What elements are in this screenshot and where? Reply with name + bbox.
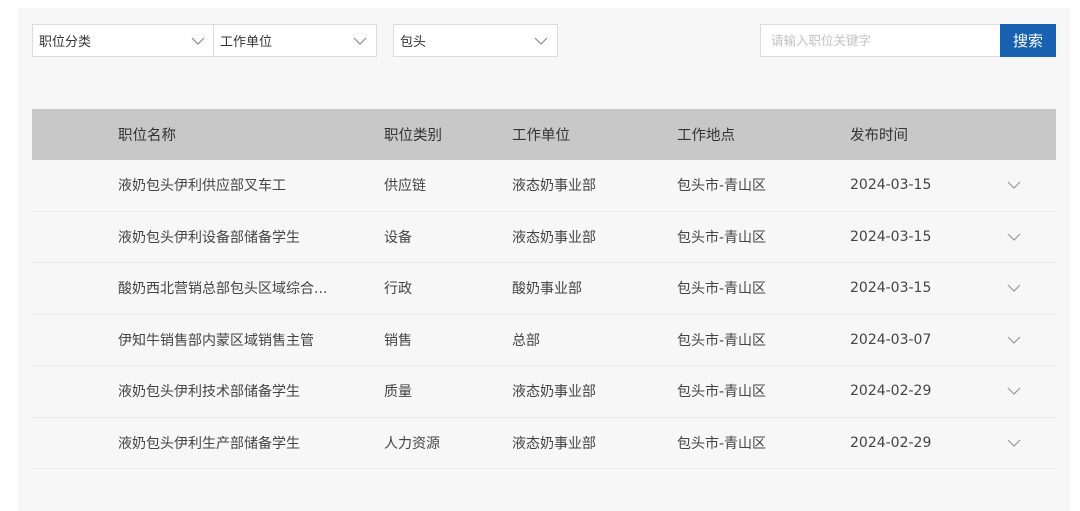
job-list-panel: 职位分类 工作单位 包头 搜索 职位名称 职位类别 工作单位 工作地点 发布时间 (18, 8, 1070, 511)
publish-date: 2024-03-15 (850, 177, 932, 194)
work-location: 包头市-青山区 (677, 435, 767, 452)
header-work-unit: 工作单位 (512, 128, 570, 144)
table-row[interactable]: 伊知牛销售部内蒙区域销售主管 销售 总部 包头市-青山区 2024-03-07 (32, 315, 1056, 366)
header-job-category: 职位类别 (384, 128, 442, 144)
header-work-location: 工作地点 (677, 128, 735, 144)
work-location: 包头市-青山区 (677, 229, 767, 246)
chevron-down-icon[interactable] (1006, 177, 1022, 193)
table-row[interactable]: 液奶包头伊利设备部储备学生 设备 液态奶事业部 包头市-青山区 2024-03-… (32, 212, 1056, 263)
work-location: 包头市-青山区 (677, 178, 767, 195)
work-unit: 液态奶事业部 (512, 384, 596, 401)
location-select-value: 包头 (400, 35, 427, 50)
unit-select-value: 工作单位 (220, 35, 273, 50)
job-category: 行政 (384, 281, 412, 298)
header-publish-date: 发布时间 (850, 128, 908, 144)
work-location: 包头市-青山区 (677, 281, 767, 298)
unit-select[interactable]: 工作单位 (213, 24, 377, 57)
job-title[interactable]: 液奶包头伊利设备部储备学生 (118, 227, 300, 247)
job-title[interactable]: 酸奶西北营销总部包头区域综合... (118, 278, 327, 298)
chevron-down-icon[interactable] (1006, 383, 1022, 399)
job-table: 职位名称 职位类别 工作单位 工作地点 发布时间 液奶包头伊利供应部叉车工 供应… (32, 109, 1056, 469)
publish-date: 2024-03-15 (850, 228, 932, 245)
job-category: 设备 (384, 229, 412, 246)
chevron-down-icon[interactable] (1006, 435, 1022, 451)
chevron-down-icon[interactable] (1006, 332, 1022, 348)
publish-date: 2024-03-07 (850, 331, 932, 348)
publish-date: 2024-03-15 (850, 280, 932, 297)
publish-date: 2024-02-29 (850, 434, 932, 451)
work-unit: 总部 (512, 332, 540, 349)
job-title[interactable]: 液奶包头伊利生产部储备学生 (118, 433, 300, 453)
publish-date: 2024-02-29 (850, 383, 932, 400)
header-job-title: 职位名称 (118, 128, 176, 144)
job-category: 销售 (384, 332, 412, 349)
chevron-down-icon[interactable] (1006, 229, 1022, 245)
table-row[interactable]: 酸奶西北营销总部包头区域综合... 行政 酸奶事业部 包头市-青山区 2024-… (32, 263, 1056, 315)
category-select[interactable]: 职位分类 (32, 24, 215, 57)
work-unit: 液态奶事业部 (512, 229, 596, 246)
job-category: 供应链 (384, 178, 426, 195)
location-select[interactable]: 包头 (393, 24, 558, 57)
work-unit: 液态奶事业部 (512, 435, 596, 452)
work-unit: 液态奶事业部 (512, 178, 596, 195)
table-row[interactable]: 液奶包头伊利生产部储备学生 人力资源 液态奶事业部 包头市-青山区 2024-0… (32, 418, 1056, 469)
search-button[interactable]: 搜索 (1000, 24, 1056, 57)
filter-bar: 职位分类 工作单位 包头 搜索 (18, 8, 1070, 78)
chevron-down-icon (533, 33, 549, 49)
chevron-down-icon (190, 33, 206, 49)
job-title[interactable]: 伊知牛销售部内蒙区域销售主管 (118, 330, 314, 350)
work-location: 包头市-青山区 (677, 332, 767, 349)
table-row[interactable]: 液奶包头伊利技术部储备学生 质量 液态奶事业部 包头市-青山区 2024-02-… (32, 366, 1056, 418)
table-row[interactable]: 液奶包头伊利供应部叉车工 供应链 液态奶事业部 包头市-青山区 2024-03-… (32, 160, 1056, 212)
category-select-value: 职位分类 (39, 35, 92, 50)
chevron-down-icon (352, 33, 368, 49)
job-title[interactable]: 液奶包头伊利供应部叉车工 (118, 175, 286, 195)
table-header: 职位名称 职位类别 工作单位 工作地点 发布时间 (32, 109, 1056, 160)
job-category: 人力资源 (384, 435, 440, 452)
job-category: 质量 (384, 384, 412, 401)
work-location: 包头市-青山区 (677, 384, 767, 401)
job-title[interactable]: 液奶包头伊利技术部储备学生 (118, 381, 300, 401)
chevron-down-icon[interactable] (1006, 280, 1022, 296)
keyword-search-input[interactable] (760, 24, 1001, 57)
work-unit: 酸奶事业部 (512, 281, 582, 298)
